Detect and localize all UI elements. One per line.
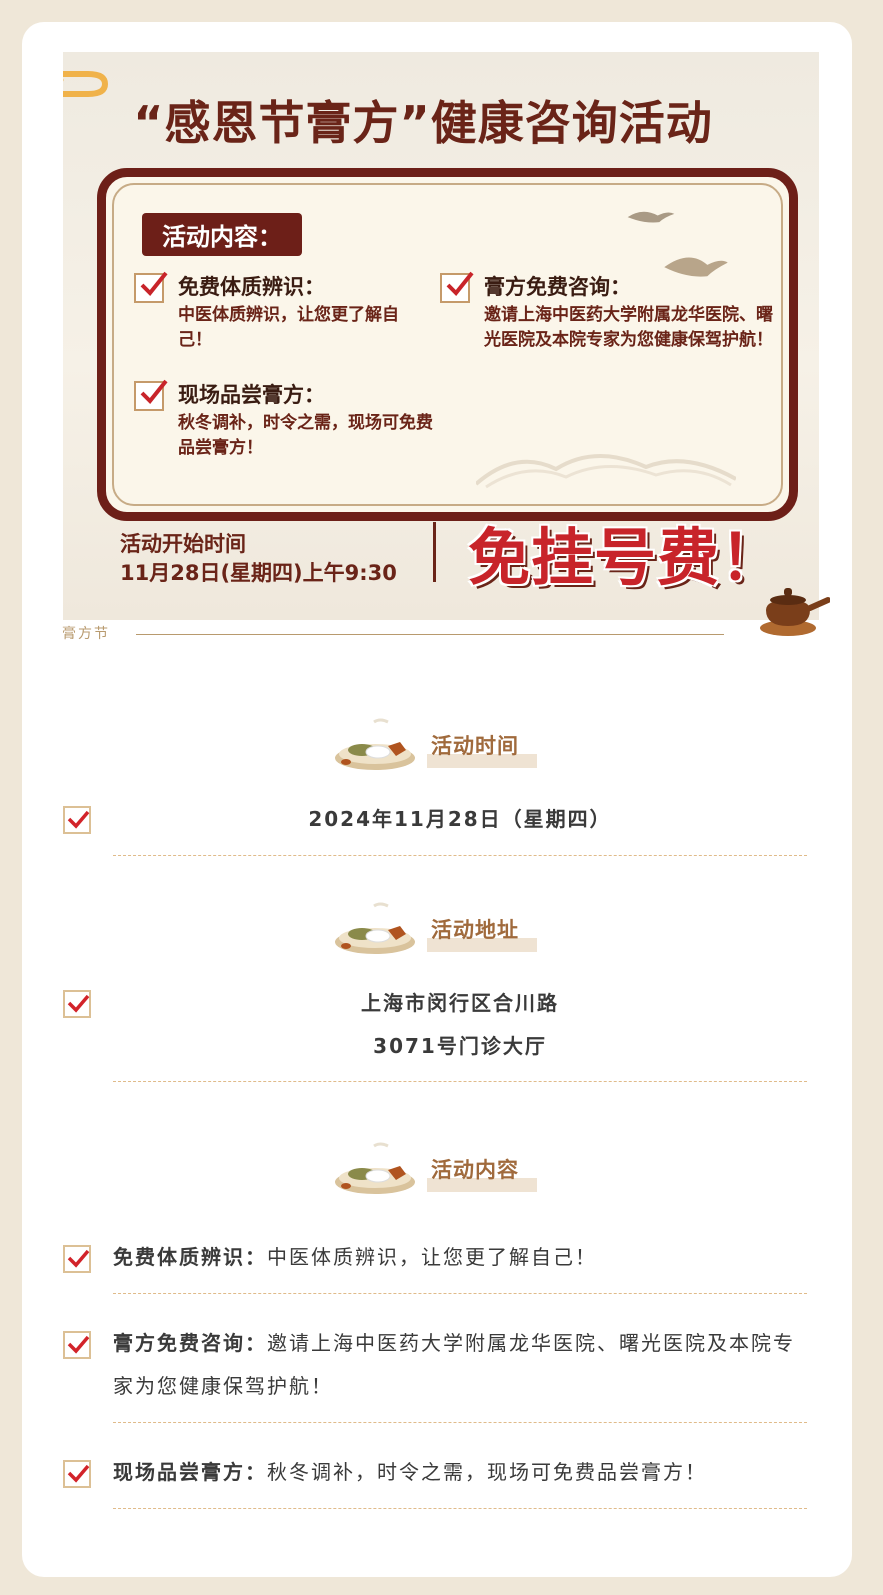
- poster-item-title: 免费体质辨识：: [178, 275, 325, 299]
- address-line-2: 3071号门诊大厅: [373, 1034, 547, 1058]
- checkbox-check-icon: [63, 1460, 91, 1488]
- poster-item-title: 膏方免费咨询：: [484, 275, 631, 299]
- content-item: 免费体质辨识：中医体质辨识，让您更了解自己！: [113, 1236, 807, 1279]
- activity-content-box: 活动内容： 免费体质辨识： 中医体质辨识，让您更了解自己！ 膏方免费咨询： 邀请…: [97, 168, 798, 521]
- content-item-text: 秋冬调补，时令之需，现场可免费品尝膏方！: [267, 1460, 707, 1484]
- section-header-content: 活动内容: [330, 1140, 550, 1200]
- content-item-text: 中医体质辨识，让您更了解自己！: [267, 1245, 597, 1269]
- section-title: 活动地址: [431, 918, 519, 942]
- start-time-value: 11月28日(星期四)上午9:30: [120, 561, 397, 585]
- dashed-divider: [113, 1422, 807, 1423]
- poster-item-desc: 秋冬调补，时令之需，现场可免费品尝膏方！: [178, 413, 433, 458]
- herb-plate-icon: [335, 1142, 415, 1194]
- content-item-label: 现场品尝膏方：: [113, 1460, 267, 1484]
- start-time-label: 活动开始时间: [120, 532, 246, 556]
- crane-icon: [627, 211, 675, 223]
- content-item-label: 膏方免费咨询：: [113, 1331, 267, 1355]
- herb-plate-icon: [335, 718, 415, 770]
- herb-plate-icon: [335, 902, 415, 954]
- checkbox-check-icon: [63, 806, 91, 834]
- start-time-block: 活动开始时间 11月28日(星期四)上午9:30: [120, 530, 397, 588]
- checkbox-check-icon: [440, 271, 474, 303]
- section-title: 活动内容: [431, 1158, 519, 1182]
- free-registration-text: 免挂号费！: [468, 521, 784, 594]
- dashed-divider: [113, 1081, 807, 1082]
- event-date: 2024年11月28日（星期四）: [308, 807, 612, 831]
- content-item: 膏方免费咨询：邀请上海中医药大学附属龙华医院、曙光医院及本院专家为您健康保驾护航…: [113, 1322, 807, 1408]
- checkbox-check-icon: [63, 1331, 91, 1359]
- event-poster: “感恩节膏方”健康咨询活动 活动内容： 免费体质辨识： 中医体质辨识，让您更了解…: [63, 52, 819, 620]
- dashed-divider: [113, 1293, 807, 1294]
- checkbox-check-icon: [134, 379, 168, 411]
- poster-item-title: 现场品尝膏方：: [178, 383, 325, 407]
- dashed-divider: [113, 855, 807, 856]
- event-address: 上海市闵行区合川路 3071号门诊大厅: [113, 982, 807, 1068]
- box-label: 活动内容：: [142, 213, 302, 256]
- dashed-divider: [113, 1508, 807, 1509]
- section-header-address: 活动地址: [330, 900, 550, 960]
- checkbox-check-icon: [63, 1245, 91, 1273]
- checkbox-check-icon: [134, 271, 168, 303]
- content-item-label: 免费体质辨识：: [113, 1245, 267, 1269]
- content-item: 现场品尝膏方：秋冬调补，时令之需，现场可免费品尝膏方！: [113, 1451, 807, 1494]
- section-tag-line: [136, 634, 724, 635]
- poster-title: “感恩节膏方”健康咨询活动: [133, 96, 713, 150]
- clay-pot-icon: [760, 588, 830, 636]
- section-header-time: 活动时间: [330, 716, 550, 776]
- crane-icon: [664, 257, 728, 277]
- checkbox-check-icon: [63, 990, 91, 1018]
- poster-item-desc: 中医体质辨识，让您更了解自己！: [178, 305, 399, 350]
- section-title: 活动时间: [431, 734, 519, 758]
- divider: [433, 522, 436, 582]
- mountain-decoration: [476, 454, 736, 489]
- poster-item-desc: 邀请上海中医药大学附属龙华医院、曙光医院及本院专家为您健康保驾护航！: [484, 305, 773, 350]
- section-tag: 膏方节: [62, 626, 110, 642]
- address-line-1: 上海市闵行区合川路: [361, 991, 559, 1015]
